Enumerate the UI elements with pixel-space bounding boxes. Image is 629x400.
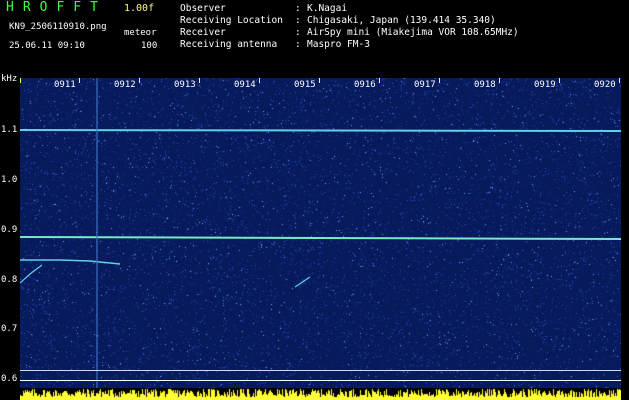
info-label: Receiving antenna bbox=[180, 39, 278, 50]
count-value: 100 bbox=[141, 41, 158, 51]
time-tick bbox=[139, 78, 140, 83]
time-tick bbox=[79, 78, 80, 83]
frequency-axis: kHz 1.1 1.0 0.9 0.8 0.7 0.6 bbox=[0, 74, 20, 394]
file-name: KN9_2506110910.png bbox=[9, 22, 107, 32]
info-row-location: Receiving Location: Chigasaki, Japan (139… bbox=[180, 15, 496, 26]
time-label: 0919 bbox=[534, 80, 556, 90]
info-value: AirSpy mini (Miakejima VOR 108.65MHz) bbox=[307, 27, 519, 38]
time-tick bbox=[199, 78, 200, 83]
time-label: 0918 bbox=[474, 80, 496, 90]
timestamp: 25.06.11 09:10 bbox=[9, 41, 85, 51]
spectrogram-view[interactable] bbox=[20, 78, 621, 388]
info-separator: : bbox=[295, 27, 301, 38]
meteor-echo-trace bbox=[20, 264, 43, 284]
app-title: HROFFT bbox=[6, 0, 107, 15]
time-label: 0912 bbox=[114, 80, 136, 90]
carrier-trace-main bbox=[20, 236, 621, 240]
info-separator: : bbox=[295, 3, 301, 14]
mode-label: meteor bbox=[124, 28, 157, 38]
time-label: 0915 bbox=[294, 80, 316, 90]
frequency-label: 0.7 bbox=[1, 324, 18, 334]
header-panel: HROFFT 1.00f KN9_2506110910.png meteor 2… bbox=[0, 0, 629, 74]
info-label: Receiver bbox=[180, 27, 226, 38]
frequency-label: 1.1 bbox=[1, 125, 18, 135]
info-value: Chigasaki, Japan (139.414 35.340) bbox=[307, 15, 496, 26]
time-label: 0920 bbox=[594, 80, 616, 90]
meteor-echo-trace bbox=[20, 259, 121, 265]
time-tick bbox=[439, 78, 440, 83]
info-label: Receiving Location bbox=[180, 15, 283, 26]
app-version: 1.00f bbox=[124, 3, 155, 14]
info-row-observer: Observer: K.Nagai bbox=[180, 3, 347, 14]
time-tick bbox=[619, 78, 620, 83]
time-tick bbox=[259, 78, 260, 83]
info-row-antenna: Receiving antenna: Maspro FM-3 bbox=[180, 39, 370, 50]
frequency-label: 0.9 bbox=[1, 225, 18, 235]
info-separator: : bbox=[295, 15, 301, 26]
time-tick bbox=[559, 78, 560, 83]
time-label: 0913 bbox=[174, 80, 196, 90]
signal-level-strip bbox=[20, 388, 621, 400]
time-label: 0917 bbox=[414, 80, 436, 90]
frequency-label: 0.6 bbox=[1, 374, 18, 384]
frequency-label: 0.8 bbox=[1, 275, 18, 285]
time-axis: 0911 0912 0913 0914 0915 0916 0917 0918 … bbox=[20, 78, 621, 92]
info-row-receiver: Receiver: AirSpy mini (Miakejima VOR 108.… bbox=[180, 27, 519, 38]
info-value: Maspro FM-3 bbox=[307, 39, 370, 50]
time-tick bbox=[319, 78, 320, 83]
info-label: Observer bbox=[180, 3, 226, 14]
time-label: 0916 bbox=[354, 80, 376, 90]
time-label: 0911 bbox=[54, 80, 76, 90]
info-value: K.Nagai bbox=[307, 3, 348, 14]
meteor-echo-trace bbox=[294, 276, 311, 288]
reference-line bbox=[20, 370, 621, 371]
info-separator: : bbox=[295, 39, 301, 50]
frequency-label: 1.0 bbox=[1, 175, 18, 185]
frequency-unit-label: kHz bbox=[1, 74, 18, 84]
time-label: 0914 bbox=[234, 80, 256, 90]
signal-traces bbox=[20, 78, 621, 388]
reference-line bbox=[20, 380, 621, 381]
time-tick bbox=[20, 78, 21, 83]
time-tick bbox=[499, 78, 500, 83]
time-tick bbox=[379, 78, 380, 83]
carrier-trace-upper bbox=[20, 129, 621, 132]
